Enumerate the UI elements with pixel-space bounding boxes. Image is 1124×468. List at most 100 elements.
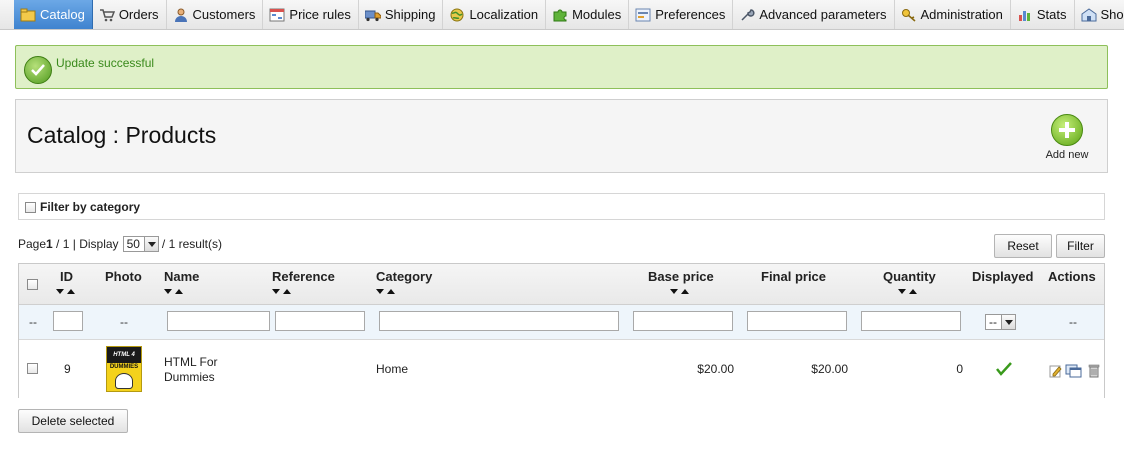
filter-by-category-label: Filter by category [40, 200, 141, 214]
filter-empty: -- [1069, 315, 1077, 329]
sort-desc-icon[interactable] [670, 289, 678, 294]
filter-displayed-select[interactable]: -- [985, 314, 1016, 330]
tab-customers[interactable]: Customers [167, 0, 264, 29]
tab-shipping[interactable]: Shipping [359, 0, 444, 29]
product-photo-title: HTML 4 [107, 347, 141, 363]
tab-label: Localization [469, 7, 539, 22]
chevron-down-icon [143, 237, 158, 251]
table-row[interactable]: 9 HTML 4 DUMMIES HTML For Dummies Home $… [19, 340, 1104, 398]
tab-preferences[interactable]: Preferences [629, 0, 734, 29]
filter-empty: -- [120, 315, 128, 329]
filter-empty: -- [29, 315, 37, 329]
sort-asc-icon[interactable] [387, 289, 395, 294]
puzzle-icon [552, 8, 568, 22]
sort-desc-icon[interactable] [898, 289, 906, 294]
sort-category[interactable] [376, 289, 395, 294]
tab-catalog[interactable]: Catalog [14, 0, 93, 29]
sort-asc-icon[interactable] [283, 289, 291, 294]
sort-quantity[interactable] [898, 289, 917, 294]
sort-desc-icon[interactable] [164, 289, 172, 294]
preferences-icon [635, 8, 651, 22]
sort-asc-icon[interactable] [175, 289, 183, 294]
sort-asc-icon[interactable] [909, 289, 917, 294]
catalog-icon [20, 8, 36, 22]
column-photo: Photo [105, 269, 142, 284]
product-photo: HTML 4 DUMMIES [106, 346, 142, 392]
sort-name[interactable] [164, 289, 183, 294]
sort-desc-icon[interactable] [376, 289, 384, 294]
filter-by-category-checkbox[interactable] [25, 202, 36, 213]
column-base-price[interactable]: Base price [648, 269, 714, 284]
row-final-price: $20.00 [811, 362, 848, 376]
row-checkbox[interactable] [27, 363, 38, 374]
sort-reference[interactable] [272, 289, 291, 294]
column-final-price: Final price [761, 269, 827, 284]
row-category: Home [376, 362, 409, 376]
column-displayed: Displayed [972, 269, 1034, 284]
sort-desc-icon[interactable] [272, 289, 280, 294]
sort-id[interactable] [56, 289, 75, 294]
price-rules-icon [269, 8, 285, 22]
tab-label: Modules [572, 7, 622, 22]
tab-advanced-parameters[interactable]: Advanced parameters [733, 0, 895, 29]
tab-label: Orders [118, 7, 159, 22]
column-name[interactable]: Name [164, 269, 199, 284]
filter-name-input[interactable] [167, 311, 270, 331]
duplicate-icon[interactable] [1065, 364, 1082, 378]
select-all-checkbox[interactable] [27, 279, 38, 290]
displayed-check-icon[interactable] [996, 362, 1012, 379]
tab-orders[interactable]: Orders [93, 0, 167, 29]
tab-label: Advanced parameters [759, 7, 887, 22]
sort-base-price[interactable] [670, 289, 689, 294]
filter-quantity-input[interactable] [861, 311, 961, 331]
success-check-icon [24, 56, 52, 84]
edit-icon[interactable] [1049, 364, 1062, 378]
column-quantity[interactable]: Quantity [883, 269, 936, 284]
tab-shops[interactable]: Shops [1075, 0, 1124, 29]
per-page-value: 50 [126, 237, 140, 251]
per-page-select[interactable]: 50 [122, 236, 159, 252]
tab-modules[interactable]: Modules [546, 0, 630, 29]
tab-localization[interactable]: Localization [443, 0, 547, 29]
sort-desc-icon[interactable] [56, 289, 64, 294]
tab-label: Price rules [289, 7, 351, 22]
tab-administration[interactable]: Administration [895, 0, 1011, 29]
tab-label: Catalog [40, 7, 85, 22]
delete-selected-button[interactable]: Delete selected [18, 409, 128, 433]
filter-final-price-input[interactable] [747, 311, 847, 331]
column-category[interactable]: Category [376, 269, 432, 284]
sort-asc-icon[interactable] [681, 289, 689, 294]
add-icon [1051, 114, 1083, 146]
row-id: 9 [64, 362, 71, 376]
filter-base-price-input[interactable] [633, 311, 733, 331]
column-reference[interactable]: Reference [272, 269, 335, 284]
trash-icon[interactable] [1088, 364, 1101, 378]
row-name-line2: Dummies [164, 370, 215, 384]
row-name[interactable]: HTML For Dummies [164, 355, 218, 385]
filter-id-input[interactable] [53, 311, 83, 331]
display-label: | Display [69, 237, 119, 251]
table-header: ID Photo Name Reference Category Base pr… [19, 264, 1104, 305]
page-title: Catalog : Products [27, 122, 217, 148]
success-message: Update successful [56, 56, 155, 70]
page-total: 1 [62, 237, 70, 251]
tab-label: Preferences [655, 7, 726, 22]
filter-reference-input[interactable] [275, 311, 365, 331]
tab-label: Administration [920, 7, 1003, 22]
add-new-button[interactable]: Add new [1042, 114, 1092, 161]
tab-stats[interactable]: Stats [1011, 0, 1075, 29]
row-name-line1: HTML For [164, 355, 218, 369]
tab-price-rules[interactable]: Price rules [263, 0, 359, 29]
column-id[interactable]: ID [60, 269, 73, 284]
tab-label: Shops [1100, 7, 1124, 22]
truck-icon [364, 8, 381, 22]
reset-button[interactable]: Reset [994, 234, 1052, 258]
cart-icon [99, 8, 115, 22]
chevron-down-icon [1001, 315, 1015, 329]
page-separator: / [52, 237, 63, 251]
filter-button[interactable]: Filter [1056, 234, 1105, 258]
tab-label: Shipping [384, 7, 436, 22]
filter-category-input[interactable] [379, 311, 619, 331]
column-actions: Actions [1048, 269, 1096, 284]
sort-asc-icon[interactable] [67, 289, 75, 294]
